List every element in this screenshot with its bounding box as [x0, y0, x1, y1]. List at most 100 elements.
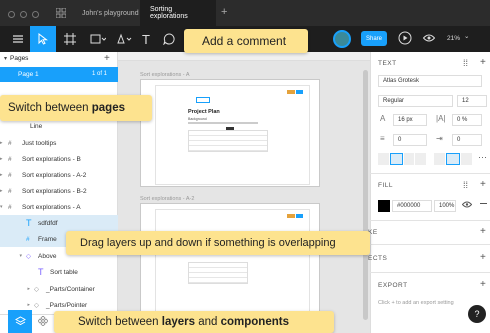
font-family-select[interactable]: Atlas Grotesk — [378, 75, 482, 87]
zoom-dropdown-icon[interactable]: ⌄ — [464, 32, 469, 40]
avatar[interactable] — [333, 30, 351, 48]
divider — [370, 173, 490, 174]
doc-table — [188, 262, 248, 284]
close-window-button[interactable] — [8, 11, 15, 18]
comment-tool-icon[interactable] — [158, 26, 180, 52]
frame-label[interactable]: Sort explorations - A-2 — [140, 196, 194, 202]
doc-text-line — [188, 122, 258, 124]
layer-label: Sort explorations - A — [22, 203, 81, 211]
zoom-level[interactable]: 21% — [447, 35, 460, 42]
remove-fill-icon[interactable] — [480, 203, 487, 204]
align-center-button[interactable] — [389, 153, 403, 165]
tab-file-label: John's playground — [82, 9, 139, 17]
divider — [370, 272, 490, 273]
chevron-down-icon[interactable]: ▾ — [4, 55, 7, 62]
layer-label: Sort explorations - B — [22, 155, 81, 163]
minimize-window-button[interactable] — [20, 11, 27, 18]
add-tab-button[interactable]: + — [221, 6, 227, 18]
layer-row[interactable]: ▸ # Just tooltips — [0, 135, 118, 151]
layers-tab[interactable] — [8, 310, 32, 333]
add-export-button[interactable]: + — [480, 279, 486, 290]
align-justify-button[interactable] — [415, 153, 426, 165]
layer-row[interactable]: ▸ # Sort explorations - A-2 — [0, 167, 118, 183]
doc-title: Project Plan — [188, 109, 220, 115]
frame-icon: # — [8, 203, 12, 211]
frame-tool-icon[interactable] — [58, 26, 82, 52]
more-options-icon[interactable]: ··· — [478, 152, 487, 162]
export-hint: Click + to add an export setting — [378, 300, 454, 306]
fill-opacity-input[interactable]: 100% — [434, 200, 456, 212]
instance-icon: ◇ — [34, 302, 39, 309]
components-tab[interactable] — [38, 316, 48, 326]
layer-row[interactable]: ▸ ◇ _Parts/Container — [0, 281, 118, 297]
font-size-select[interactable]: 12 — [457, 95, 487, 107]
tab-file[interactable]: John's playground — [72, 0, 149, 26]
comment-callout-text: Add a comment — [202, 34, 287, 48]
align-right-button[interactable] — [403, 153, 415, 165]
align-left-button[interactable] — [378, 153, 389, 165]
add-stroke-button[interactable]: + — [480, 226, 486, 237]
font-weight-select[interactable]: Regular — [378, 95, 453, 107]
visibility-icon[interactable] — [462, 201, 472, 208]
layer-row[interactable]: ▸ # Sort explorations - B-2 — [0, 183, 118, 199]
menu-icon[interactable] — [6, 26, 30, 52]
canvas-scrollbar[interactable] — [363, 70, 368, 320]
help-button[interactable]: ? — [468, 305, 486, 323]
frame-icon: # — [8, 187, 12, 195]
align-top-button[interactable] — [434, 153, 446, 165]
align-middle-button[interactable] — [446, 153, 460, 165]
components-callout-mid: and — [195, 316, 221, 328]
text-styles-icon[interactable]: ⁞⁞ — [463, 58, 468, 68]
share-button[interactable]: Share — [361, 31, 387, 46]
pages-callout-bold: pages — [91, 102, 125, 114]
fill-color-swatch[interactable] — [378, 200, 390, 212]
move-tool[interactable] — [30, 26, 56, 52]
layer-row[interactable]: ▾ # Sort explorations - A — [0, 199, 118, 215]
font-family-value: Atlas Grotesk — [383, 78, 420, 84]
line-height-icon: A — [380, 114, 386, 123]
align-bottom-button[interactable] — [460, 153, 472, 165]
paragraph-indent-input[interactable]: 0 — [452, 134, 482, 146]
layer-row[interactable]: ▸ # Sort explorations - B — [0, 151, 118, 167]
view-icon[interactable] — [423, 34, 435, 42]
frame-label[interactable]: Sort explorations - A — [140, 72, 190, 78]
shape-tool-icon[interactable] — [86, 26, 110, 52]
layer-label: Sort explorations - A-2 — [22, 171, 87, 179]
add-page-button[interactable]: + — [104, 53, 110, 64]
tab-active[interactable]: Sorting explorations — [140, 0, 216, 26]
doc-table — [188, 130, 268, 152]
add-effect-button[interactable]: + — [480, 252, 486, 263]
paragraph-indent-value: 0 — [457, 137, 461, 143]
font-size-value: 12 — [462, 98, 469, 104]
maximize-window-button[interactable] — [32, 11, 39, 18]
line-height-input[interactable]: 16 px — [393, 114, 427, 126]
text-tool-icon[interactable]: T — [136, 26, 156, 52]
fill-section-header: FILL — [378, 182, 394, 189]
add-fill-button[interactable]: + — [480, 179, 486, 190]
components-callout-pre: Switch between — [78, 316, 162, 328]
add-text-style-button[interactable]: + — [480, 57, 486, 68]
doc-subheading: Background — [188, 117, 207, 121]
ruler — [118, 52, 370, 61]
grid-icon[interactable] — [56, 8, 66, 18]
layer-label: _Parts/Pointer — [46, 301, 88, 309]
text-layer-icon: T — [26, 218, 32, 228]
effects-section-header: ECTS — [368, 255, 388, 262]
present-icon[interactable] — [398, 31, 412, 45]
pen-tool-icon[interactable] — [112, 26, 136, 52]
preview-avatars — [287, 90, 295, 94]
frame-icon: # — [8, 171, 12, 179]
fill-hex-input[interactable]: #000000 — [392, 200, 432, 212]
paragraph-indent-icon: ⇥ — [436, 134, 443, 143]
layer-row-selected[interactable]: Tsdfdfdf — [0, 215, 118, 231]
letter-spacing-icon: |A| — [436, 114, 446, 123]
letter-spacing-value: 0 % — [457, 117, 468, 123]
fill-styles-icon[interactable]: ⁞⁞ — [463, 180, 468, 190]
export-section-header: EXPORT — [378, 282, 408, 289]
fill-opacity-value: 100% — [439, 203, 455, 209]
layer-label: Just tooltips — [22, 139, 57, 147]
letter-spacing-input[interactable]: 0 % — [452, 114, 482, 126]
frame-icon: # — [8, 139, 12, 147]
paragraph-spacing-input[interactable]: 0 — [393, 134, 427, 146]
layer-row[interactable]: T Sort table — [0, 264, 118, 280]
